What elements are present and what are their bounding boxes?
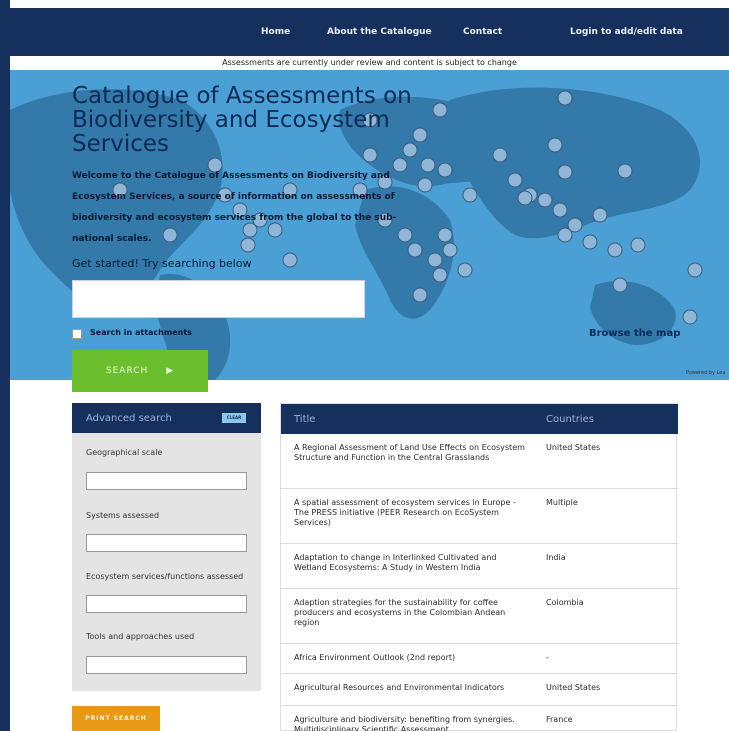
results-table: Title Countries A Regional Assessment of… (280, 403, 678, 731)
review-notice: Assessments are currently under review a… (222, 58, 517, 67)
row-title[interactable]: Agricultural Resources and Environmental… (294, 683, 530, 693)
map-pin[interactable] (612, 277, 628, 293)
ecosystem-services-field[interactable] (86, 595, 247, 613)
map-pin[interactable] (630, 237, 646, 253)
row-countries: Multiple (546, 498, 578, 507)
map-pin[interactable] (412, 287, 428, 303)
geographical-scale-label: Geographical scale (86, 448, 163, 457)
geographical-scale-field[interactable] (86, 472, 247, 490)
map-attribution[interactable]: Powered by Lea (686, 370, 725, 376)
map-pin[interactable] (552, 202, 568, 218)
map-pin[interactable] (457, 262, 473, 278)
browse-map-link[interactable]: Browse the map (589, 328, 680, 339)
map-pin[interactable] (617, 163, 633, 179)
table-row[interactable]: Adaptation to change in Interlinked Cult… (281, 544, 678, 589)
map-pin[interactable] (420, 157, 436, 173)
map-pin[interactable] (557, 164, 573, 180)
nav-home-link[interactable]: Home (261, 27, 290, 37)
row-countries: India (546, 553, 566, 562)
table-row[interactable]: A spatial assessment of ecosystem servic… (281, 489, 678, 544)
map-pin[interactable] (492, 147, 508, 163)
nav-login-link[interactable]: Login to add/edit data (570, 27, 683, 37)
table-row[interactable]: Adaption strategies for the sustainabili… (281, 589, 678, 644)
ecosystem-services-label: Ecosystem services/functions assessed (86, 572, 244, 581)
play-triangle-icon: ▶ (166, 366, 175, 376)
map-pin[interactable] (442, 242, 458, 258)
row-title[interactable]: Adaption strategies for the sustainabili… (294, 598, 530, 628)
map-pin[interactable] (687, 262, 703, 278)
hero-cta-text: Get started! Try searching below (72, 257, 252, 270)
page: Home About the Catalogue Contact Login t… (10, 0, 729, 731)
results-table-header: Title Countries (281, 404, 678, 434)
row-title[interactable]: Africa Environment Outlook (2nd report) (294, 653, 530, 663)
systems-assessed-label: Systems assessed (86, 511, 160, 520)
row-title[interactable]: Adaptation to change in Interlinked Cult… (294, 553, 530, 573)
advanced-search-header: Advanced search CLEAR (72, 403, 261, 433)
map-pin[interactable] (557, 227, 573, 243)
tools-approaches-label: Tools and approaches used (86, 632, 195, 641)
map-pin[interactable] (537, 192, 553, 208)
row-title[interactable]: Agriculture and biodiversity: benefiting… (294, 715, 530, 731)
map-pin[interactable] (547, 137, 563, 153)
map-pin[interactable] (427, 252, 443, 268)
table-row[interactable]: Africa Environment Outlook (2nd report) … (281, 644, 678, 674)
map-pin[interactable] (437, 227, 453, 243)
map-pin[interactable] (557, 90, 573, 106)
search-button[interactable]: SEARCH ▶ (72, 350, 208, 392)
column-header-title[interactable]: Title (294, 414, 315, 425)
search-input[interactable] (72, 280, 365, 318)
attachments-checkbox[interactable] (72, 329, 82, 339)
map-pin[interactable] (517, 190, 533, 206)
map-pin[interactable] (582, 234, 598, 250)
map-pin[interactable] (437, 162, 453, 178)
advanced-search-title: Advanced search (86, 413, 172, 424)
map-pin[interactable] (682, 309, 698, 325)
attachments-label[interactable]: Search in attachments (90, 328, 192, 337)
column-header-countries[interactable]: Countries (546, 414, 594, 425)
clear-button[interactable]: CLEAR (222, 413, 246, 423)
table-row[interactable]: Agriculture and biodiversity: benefiting… (281, 706, 678, 731)
top-navigation: Home About the Catalogue Contact Login t… (10, 8, 729, 56)
map-pin[interactable] (607, 242, 623, 258)
advanced-search-panel: Advanced search CLEAR Geographical scale… (72, 403, 261, 691)
hero-title: Catalogue of Assessments on Biodiversity… (72, 83, 412, 157)
table-row[interactable]: A Regional Assessment of Land Use Effect… (281, 434, 678, 489)
print-search-button[interactable]: PRINT SEARCH (72, 706, 160, 731)
row-countries: - (546, 653, 549, 662)
map-hero[interactable]: Catalogue of Assessments on Biodiversity… (10, 70, 729, 380)
row-title[interactable]: A Regional Assessment of Land Use Effect… (294, 443, 530, 463)
map-pin[interactable] (432, 267, 448, 283)
map-pin[interactable] (462, 187, 478, 203)
nav-about-link[interactable]: About the Catalogue (327, 27, 432, 37)
table-row[interactable]: Agricultural Resources and Environmental… (281, 674, 678, 706)
nav-contact-link[interactable]: Contact (463, 27, 502, 37)
map-pin[interactable] (592, 207, 608, 223)
row-countries: United States (546, 443, 601, 452)
row-countries: France (546, 715, 573, 724)
row-countries: Colombia (546, 598, 584, 607)
hero-intro-text: Welcome to the Catalogue of Assessments … (72, 171, 397, 244)
map-pin[interactable] (282, 252, 298, 268)
systems-assessed-field[interactable] (86, 534, 247, 552)
search-button-label: SEARCH (105, 366, 149, 376)
row-title[interactable]: A spatial assessment of ecosystem servic… (294, 498, 530, 528)
row-countries: United States (546, 683, 601, 692)
map-pin[interactable] (507, 172, 523, 188)
tools-approaches-field[interactable] (86, 656, 247, 674)
